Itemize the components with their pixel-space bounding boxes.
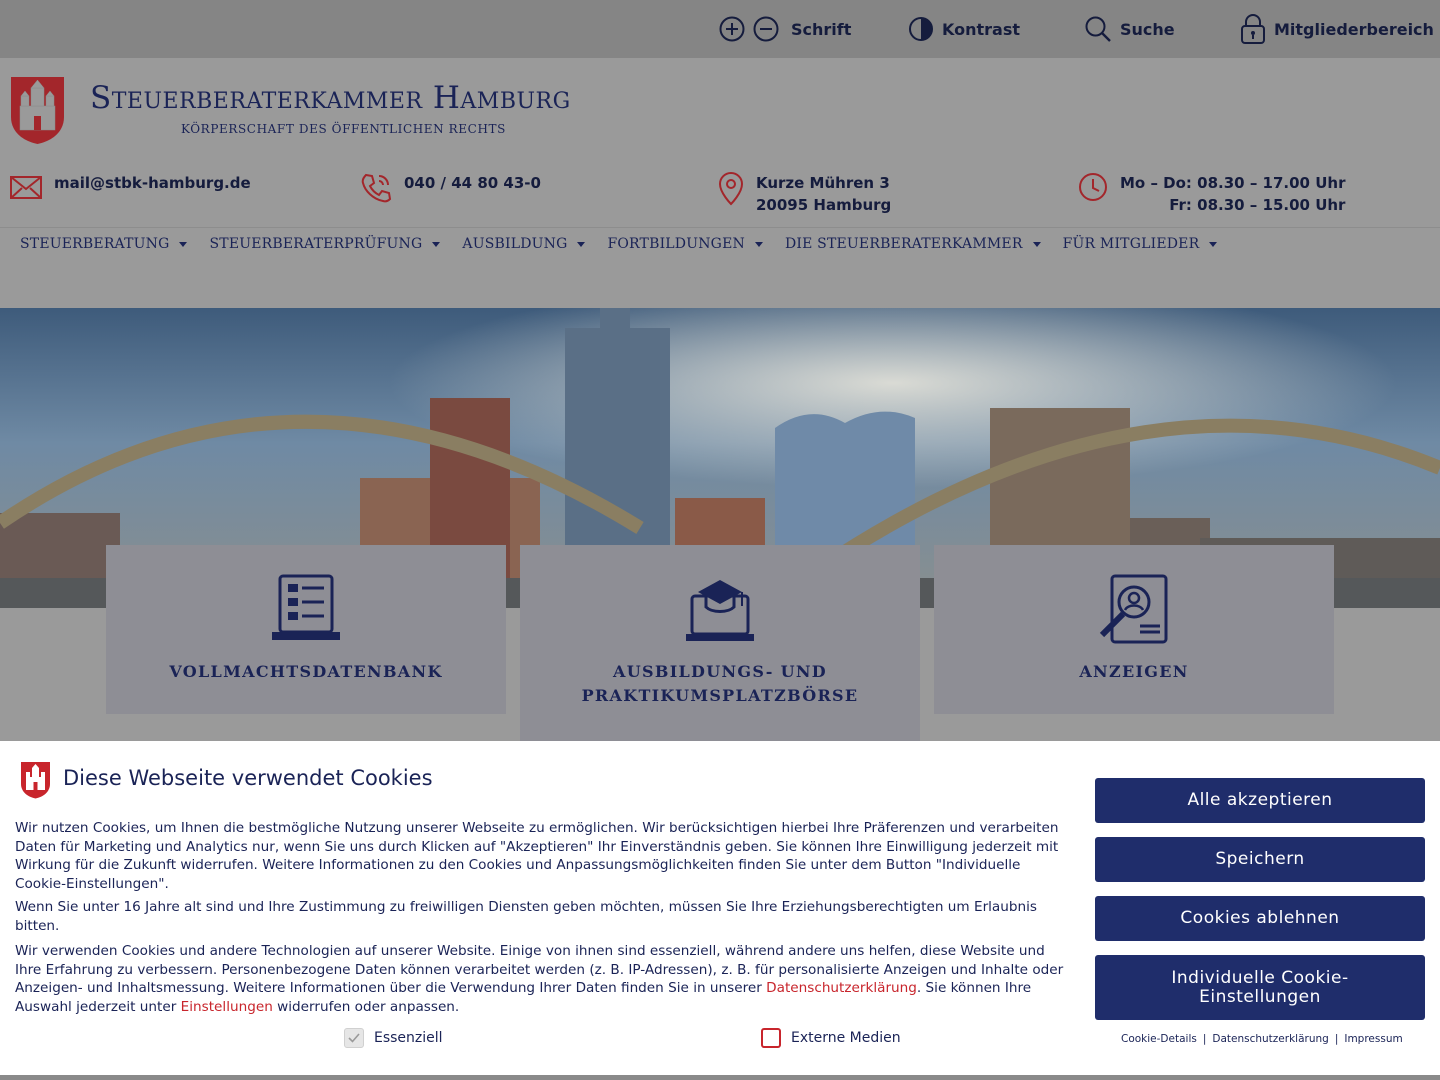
nav-item-steuerberaterkammer[interactable]: DIE STEUERBERATERKAMMER <box>785 236 1041 252</box>
nav-item-label: FÜR MITGLIEDER <box>1062 236 1200 252</box>
hours-line-2: Fr: 08.30 – 15.00 Uhr <box>1169 196 1346 214</box>
caret-down-icon <box>179 241 188 247</box>
checkbox-essential[interactable]: Essenziell <box>344 1028 443 1048</box>
phone-text[interactable]: 040 / 44 80 43-0 <box>404 172 541 194</box>
tile-label: ANZEIGEN <box>1079 662 1189 681</box>
nav-item-label: STEUERBERATERPRÜFUNG <box>209 236 423 252</box>
cookie-text-paragraph-2: Wenn Sie unter 16 Jahre alt sind und Ihr… <box>15 899 1037 934</box>
hamburg-coat-of-arms-icon <box>20 761 51 803</box>
accept-all-button[interactable]: Alle akzeptieren <box>1095 778 1425 823</box>
font-size-label: Schrift <box>791 19 852 39</box>
checkbox-external-media[interactable]: Externe Medien <box>761 1028 901 1048</box>
nav-item-ausbildung[interactable]: AUSBILDUNG <box>462 236 586 252</box>
nav-item-steuerberatung[interactable]: STEUERBERATUNG <box>20 236 188 252</box>
cookie-banner-title: Diese Webseite verwendet Cookies <box>63 766 433 790</box>
link-separator: | <box>1202 1033 1207 1045</box>
search-label: Suche <box>1120 19 1175 39</box>
cookie-details-link[interactable]: Cookie-Details <box>1121 1033 1197 1045</box>
checkmark-icon <box>348 1033 360 1043</box>
phone-icon <box>361 173 392 203</box>
graduation-laptop-icon <box>686 580 754 641</box>
address-line-2: 20095 Hamburg <box>756 196 892 214</box>
settings-link[interactable]: Einstellungen <box>181 999 273 1015</box>
tile-label: VOLLMACHTSDATENBANK <box>169 662 443 681</box>
reject-cookies-button[interactable]: Cookies ablehnen <box>1095 896 1425 941</box>
tile-label-line-2: PRAKTIKUMSPLATZBÖRSE <box>581 686 859 705</box>
cookie-consent-banner: Diese Webseite verwendet Cookies Wir nut… <box>0 741 1440 1075</box>
contrast-label: Kontrast <box>942 19 1021 39</box>
privacy-policy-link[interactable]: Datenschutzerklärung <box>766 980 917 996</box>
mail-icon <box>10 176 42 199</box>
members-area-link[interactable]: Mitgliederbereich <box>1240 14 1434 44</box>
caret-down-icon <box>432 241 441 247</box>
hours-line-1: Mo – Do: 08.30 – 17.00 Uhr <box>1120 174 1346 192</box>
nav-item-label: FORTBILDUNGEN <box>607 236 745 252</box>
checkbox-external-media-box[interactable] <box>761 1028 781 1048</box>
document-list-icon <box>272 574 340 640</box>
font-size-control[interactable]: Schrift <box>719 14 851 44</box>
contact-hours: Mo – Do: 08.30 – 17.00 Uhr Fr: 08.30 – 1… <box>1078 172 1345 216</box>
email-text[interactable]: mail@stbk-hamburg.de <box>54 172 251 194</box>
imprint-link[interactable]: Impressum <box>1344 1033 1402 1045</box>
site-title[interactable]: Steuerberaterkammer Hamburg <box>90 80 571 116</box>
profile-search-icon <box>1099 574 1168 644</box>
checkbox-essential-box[interactable] <box>344 1028 364 1048</box>
privacy-link[interactable]: Datenschutzerklärung <box>1212 1033 1328 1045</box>
contact-email[interactable]: mail@stbk-hamburg.de <box>10 172 251 200</box>
cookie-footer-links: Cookie-Details | Datenschutzerklärung | … <box>1121 1033 1403 1045</box>
save-button[interactable]: Speichern <box>1095 837 1425 882</box>
checkbox-external-media-label: Externe Medien <box>791 1030 901 1046</box>
nav-item-label: DIE STEUERBERATERKAMMER <box>784 236 1023 252</box>
header-divider <box>0 227 1440 228</box>
zoom-in-icon[interactable] <box>719 16 745 42</box>
tile-ausbildungsboerse[interactable]: AUSBILDUNGS- UND PRAKTIKUMSPLATZBÖRSE <box>520 545 920 741</box>
location-pin-icon <box>718 172 744 206</box>
caret-down-icon <box>1032 241 1041 247</box>
tile-vollmachtsdatenbank[interactable]: VOLLMACHTSDATENBANK <box>106 545 506 714</box>
hamburg-coat-of-arms-logo[interactable] <box>10 76 65 149</box>
individual-cookie-settings-button[interactable]: Individuelle Cookie-Einstellungen <box>1095 955 1425 1020</box>
contrast-icon <box>909 17 933 41</box>
tile-label-line-1: AUSBILDUNGS- UND <box>613 662 827 681</box>
checkbox-essential-label: Essenziell <box>374 1030 443 1046</box>
nav-item-label: STEUERBERATUNG <box>20 236 170 252</box>
link-separator: | <box>1334 1033 1339 1045</box>
nav-item-steuerberaterpruefung[interactable]: STEUERBERATERPRÜFUNG <box>209 236 441 252</box>
utility-bar: Schrift Kontrast Suche Mitgliederbereich <box>0 0 1440 58</box>
address-line-1: Kurze Mühren 3 <box>756 174 890 192</box>
cookie-text-paragraph-1: Wir nutzen Cookies, um Ihnen die bestmög… <box>15 820 1059 892</box>
cookie-text-part: widerrufen oder anpassen. <box>272 998 460 1015</box>
contact-address: Kurze Mühren 3 20095 Hamburg <box>718 172 891 216</box>
cookie-text-paragraph-3: Wir verwenden Cookies und andere Technol… <box>15 942 1073 1016</box>
caret-down-icon <box>577 241 586 247</box>
nav-item-fortbildungen[interactable]: FORTBILDUNGEN <box>607 236 763 252</box>
main-navigation: STEUERBERATUNG STEUERBERATERPRÜFUNG AUSB… <box>20 236 1239 252</box>
nav-item-fuer-mitglieder[interactable]: FÜR MITGLIEDER <box>1063 236 1218 252</box>
zoom-out-icon[interactable] <box>753 16 779 42</box>
search-button[interactable]: Suche <box>1084 14 1175 44</box>
site-subtitle: KÖRPERSCHAFT DES ÖFFENTLICHEN RECHTS <box>181 122 506 136</box>
members-label: Mitgliederbereich <box>1274 19 1434 39</box>
clock-icon <box>1079 173 1107 201</box>
page-bottom-edge <box>0 1075 1440 1080</box>
caret-down-icon <box>1209 241 1218 247</box>
caret-down-icon <box>754 241 763 247</box>
lock-icon <box>1241 14 1265 44</box>
contrast-toggle[interactable]: Kontrast <box>908 14 1020 44</box>
tile-label: AUSBILDUNGS- UND PRAKTIKUMSPLATZBÖRSE <box>582 660 859 708</box>
nav-item-label: AUSBILDUNG <box>462 236 568 252</box>
search-icon <box>1085 16 1111 42</box>
contact-phone[interactable]: 040 / 44 80 43-0 <box>360 172 541 204</box>
tile-anzeigen[interactable]: ANZEIGEN <box>934 545 1334 714</box>
